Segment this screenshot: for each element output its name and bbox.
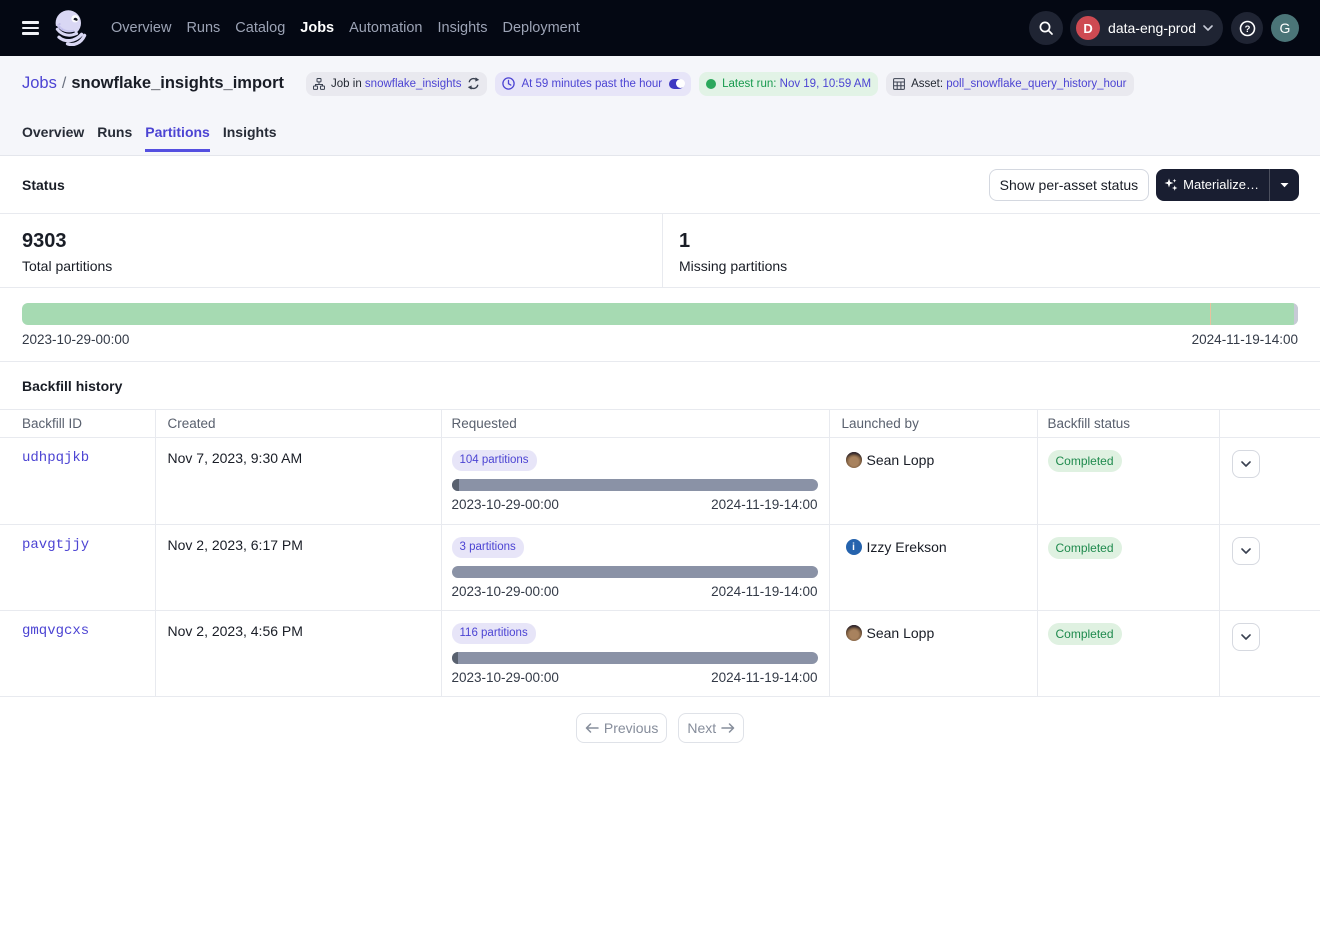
svg-text:?: ? — [1244, 24, 1250, 35]
